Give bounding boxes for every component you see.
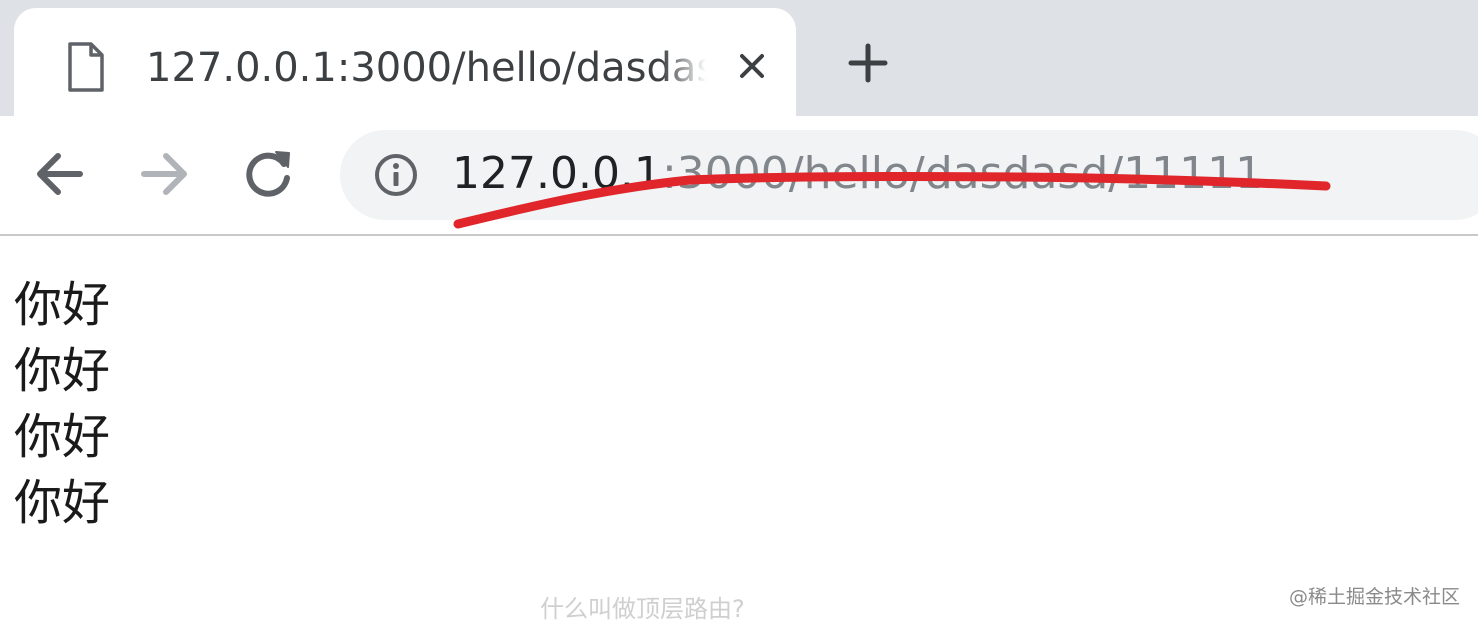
content-line: 你好: [14, 277, 111, 333]
url-path: :3000/hello/dasdasd/11111: [661, 148, 1264, 199]
page-content: 你好 你好 你好 你好: [14, 272, 614, 536]
content-line: 你好: [14, 409, 111, 465]
url-text[interactable]: 127.0.0.1:3000/hello/dasdasd/11111: [452, 144, 1263, 204]
active-tab[interactable]: 127.0.0.1:3000/hello/dasdasd/11111: [14, 8, 796, 120]
close-icon[interactable]: [732, 46, 772, 86]
watermark: @稀土掘金技术社区: [1288, 586, 1460, 608]
content-line: 你好: [14, 343, 111, 399]
reload-icon[interactable]: [236, 142, 300, 206]
plus-icon[interactable]: [840, 38, 896, 88]
tab-strip: 127.0.0.1:3000/hello/dasdasd/11111: [0, 0, 1478, 120]
arrow-left-icon[interactable]: [28, 142, 92, 206]
browser-window: 127.0.0.1:3000/hello/dasdasd/11111: [0, 0, 1478, 626]
figure-caption: 什么叫做顶层路由?: [540, 595, 745, 623]
content-line: 你好: [14, 475, 111, 531]
info-icon[interactable]: [372, 151, 420, 199]
address-bar[interactable]: 127.0.0.1:3000/hello/dasdasd/11111: [340, 130, 1478, 220]
tab-title: 127.0.0.1:3000/hello/dasdasd/11111: [146, 45, 706, 91]
arrow-right-icon[interactable]: [132, 142, 196, 206]
url-host: 127.0.0.1: [452, 148, 662, 199]
toolbar: 127.0.0.1:3000/hello/dasdasd/11111: [0, 116, 1478, 236]
document-icon: [68, 42, 104, 92]
